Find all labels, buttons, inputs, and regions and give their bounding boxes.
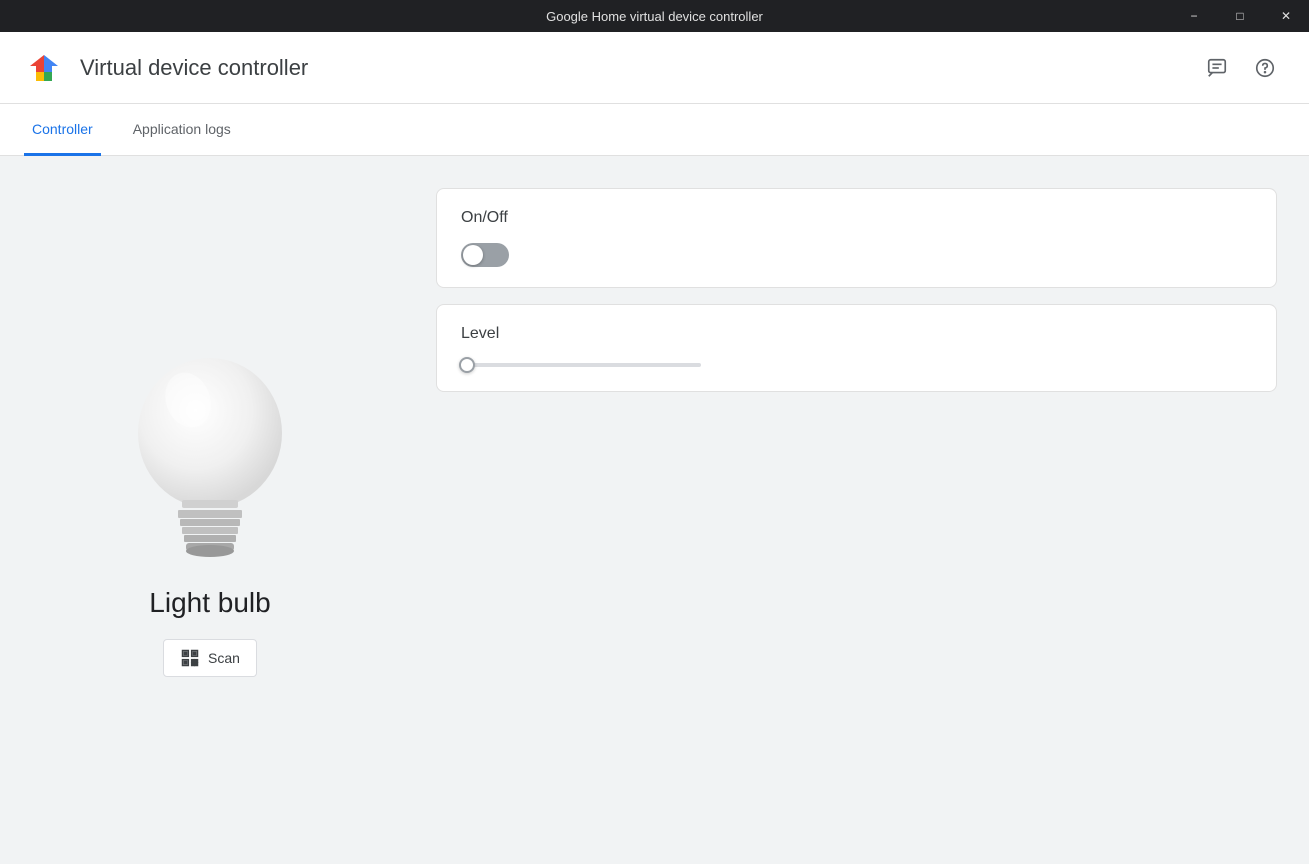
- tab-application-logs-label: Application logs: [133, 121, 231, 137]
- device-name: Light bulb: [149, 587, 270, 619]
- app-window: Virtual device controller Co: [0, 32, 1309, 864]
- maximize-icon: □: [1236, 9, 1243, 23]
- google-home-logo: [24, 48, 64, 88]
- feedback-button[interactable]: [1197, 48, 1237, 88]
- qr-code-icon: [180, 648, 200, 668]
- app-title: Virtual device controller: [80, 55, 1197, 81]
- lightbulb-icon: [110, 338, 310, 568]
- header-actions: [1197, 48, 1285, 88]
- toggle-thumb: [463, 245, 483, 265]
- tab-controller-label: Controller: [32, 121, 93, 137]
- on-off-card: On/Off: [436, 188, 1277, 288]
- tabs: Controller Application logs: [0, 104, 1309, 156]
- level-slider-container: [461, 359, 1252, 371]
- feedback-icon: [1206, 57, 1228, 79]
- maximize-button[interactable]: □: [1217, 0, 1263, 32]
- help-icon: [1254, 57, 1276, 79]
- window-controls: − □ ✕: [1171, 0, 1309, 32]
- minimize-button[interactable]: −: [1171, 0, 1217, 32]
- device-panel: Light bulb Scan: [0, 156, 420, 864]
- controls-panel: On/Off Level: [420, 156, 1309, 864]
- scan-button[interactable]: Scan: [163, 639, 257, 677]
- on-off-toggle[interactable]: [461, 243, 509, 267]
- close-button[interactable]: ✕: [1263, 0, 1309, 32]
- close-icon: ✕: [1281, 9, 1291, 23]
- scan-button-label: Scan: [208, 650, 240, 666]
- minimize-icon: −: [1190, 9, 1197, 23]
- device-image: [110, 343, 310, 563]
- slider-track: [461, 363, 701, 367]
- main-content: Light bulb Scan: [0, 156, 1309, 864]
- tab-controller[interactable]: Controller: [24, 105, 101, 156]
- toggle-track: [461, 243, 509, 267]
- slider-thumb[interactable]: [459, 357, 475, 373]
- header: Virtual device controller: [0, 32, 1309, 104]
- on-off-label: On/Off: [461, 209, 1252, 227]
- window-title: Google Home virtual device controller: [546, 9, 763, 24]
- level-label: Level: [461, 325, 1252, 343]
- level-card: Level: [436, 304, 1277, 392]
- tab-application-logs[interactable]: Application logs: [125, 105, 239, 156]
- titlebar: Google Home virtual device controller − …: [0, 0, 1309, 32]
- help-button[interactable]: [1245, 48, 1285, 88]
